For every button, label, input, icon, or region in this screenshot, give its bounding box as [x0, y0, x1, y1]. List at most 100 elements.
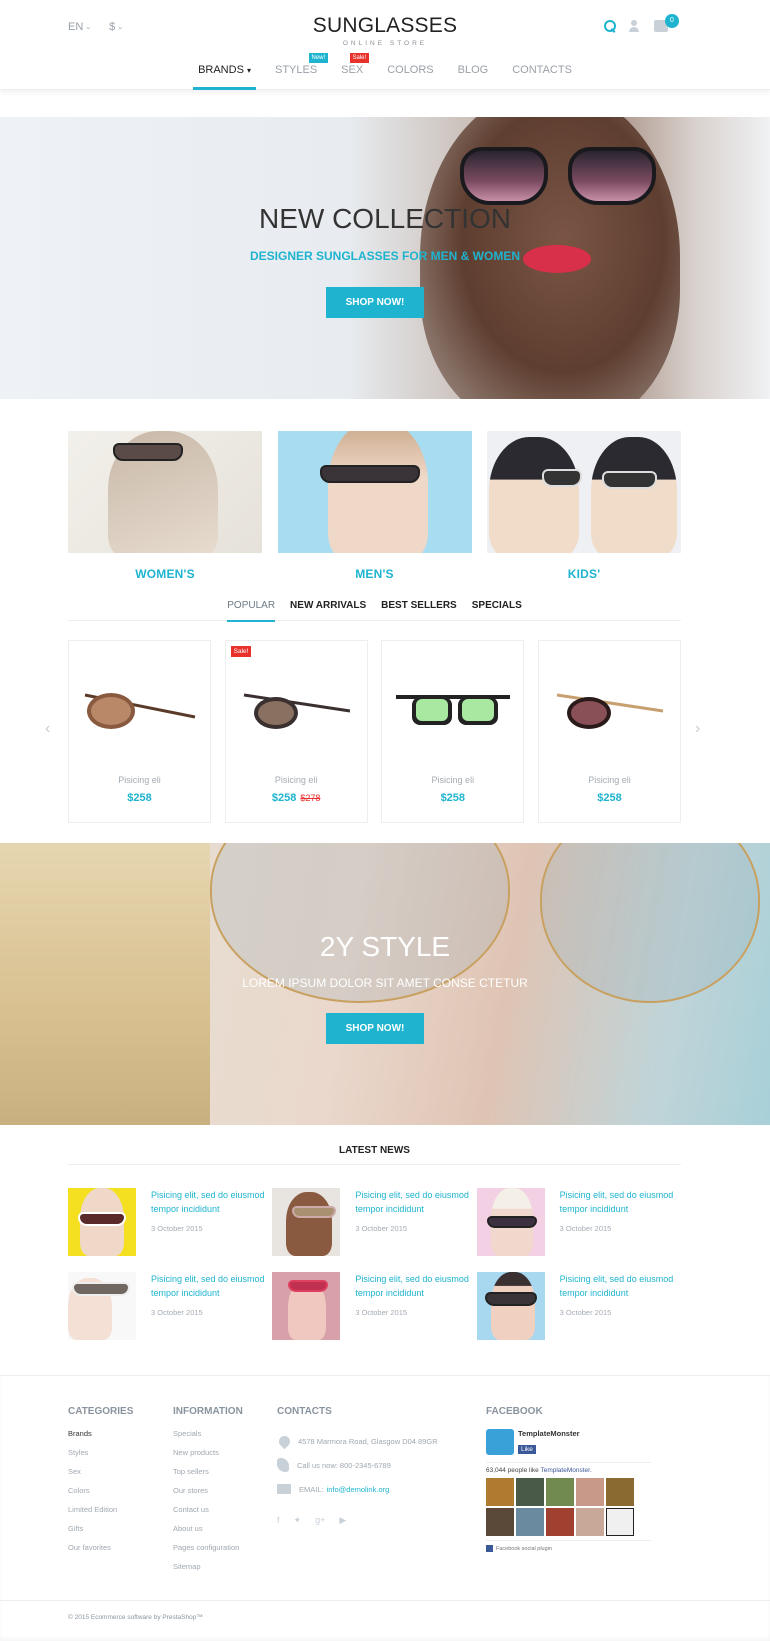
nav-item-sex[interactable]: Sale! SEX [329, 53, 375, 90]
cart-icon[interactable]: 0 [654, 14, 679, 32]
fb-face-avatar[interactable] [546, 1508, 574, 1536]
product-card[interactable]: Pisicing eli $258 [537, 640, 681, 823]
product-price: $258 [127, 792, 152, 804]
footer-information: INFORMATION Specials New products Top se… [173, 1406, 243, 1581]
nav-item-brands[interactable]: BRANDS ▾ [186, 54, 263, 90]
tab-best-sellers[interactable]: BEST SELLERS [381, 600, 457, 621]
fb-face-avatar[interactable] [516, 1508, 544, 1536]
tab-new-arrivals[interactable]: NEW ARRIVALS [290, 600, 366, 621]
news-item[interactable]: Pisicing elit, sed do eiusmod tempor inc… [272, 1188, 476, 1256]
news-title[interactable]: Pisicing elit, sed do eiusmod tempor inc… [355, 1188, 475, 1216]
news-title[interactable]: Pisicing elit, sed do eiusmod tempor inc… [151, 1272, 271, 1300]
contact-phone: Call us now: 800-2345-6789 [297, 1460, 391, 1470]
footer-link[interactable]: Sitemap [173, 1562, 243, 1581]
product-card[interactable]: Sale! Pisicing eli $258 $278 [224, 640, 368, 823]
facebook-widget: TemplateMonster Like 63,044 people like … [486, 1429, 651, 1552]
footer-link[interactable]: New products [173, 1448, 243, 1467]
social-links: f ✦ g+ ▶ [277, 1515, 438, 1526]
tab-specials[interactable]: SPECIALS [472, 600, 522, 621]
google-plus-icon[interactable]: g+ [315, 1515, 325, 1526]
latest-news-heading: LATEST NEWS [68, 1145, 681, 1165]
product-image [243, 693, 350, 729]
footer-contacts: CONTACTS 4578 Marmora Road, Glasgow D04 … [276, 1406, 438, 1526]
nav-item-blog[interactable]: BLOG [446, 54, 501, 90]
category-mens[interactable]: MEN'S [277, 431, 472, 581]
category-womens[interactable]: WOMEN'S [68, 431, 262, 581]
news-item[interactable]: Pisicing elit, sed do eiusmod tempor inc… [476, 1188, 681, 1256]
hero-subtitle: DESIGNER SUNGLASSES FOR MEN & WOMEN [249, 249, 521, 263]
footer-link[interactable]: Brands [68, 1429, 133, 1448]
footer-link[interactable]: Pages configuration [173, 1543, 243, 1562]
logo-subtitle: ONLINE STORE [342, 40, 428, 47]
banner-title: 2Y STYLE [319, 931, 451, 962]
fb-face-avatar[interactable] [486, 1508, 514, 1536]
product-card[interactable]: Pisicing eli $258 [68, 640, 211, 823]
news-image [272, 1188, 341, 1256]
news-image [476, 1272, 545, 1340]
footer-link[interactable]: Colors [68, 1486, 133, 1505]
nav-item-styles[interactable]: New! STYLES [263, 53, 329, 90]
footer-link[interactable]: Limited Edition [68, 1505, 133, 1524]
news-item[interactable]: Pisicing elit, sed do eiusmod tempor inc… [68, 1272, 272, 1340]
product-old-price: $278 [300, 793, 321, 803]
news-item[interactable]: Pisicing elit, sed do eiusmod tempor inc… [476, 1272, 681, 1340]
news-date: 3 October 2015 [355, 1308, 408, 1317]
tab-popular[interactable]: POPULAR [227, 600, 275, 622]
footer-heading: CONTACTS [277, 1406, 332, 1417]
news-title[interactable]: Pisicing elit, sed do eiusmod tempor inc… [151, 1188, 271, 1216]
product-name: Pisicing eli [118, 775, 161, 785]
news-title[interactable]: Pisicing elit, sed do eiusmod tempor inc… [560, 1272, 680, 1300]
new-tag: New! [308, 53, 329, 63]
news-title[interactable]: Pisicing elit, sed do eiusmod tempor inc… [355, 1272, 475, 1300]
news-item[interactable]: Pisicing elit, sed do eiusmod tempor inc… [68, 1188, 272, 1256]
facebook-icon [486, 1545, 493, 1552]
product-card[interactable]: Pisicing eli $258 [381, 640, 525, 823]
product-image [84, 693, 196, 729]
footer-link[interactable]: Gifts [68, 1524, 133, 1543]
footer-link[interactable]: Our stores [173, 1486, 243, 1505]
hero-shop-now-button[interactable]: SHOP NOW! [326, 287, 424, 318]
fb-face-avatar[interactable] [486, 1478, 514, 1506]
footer-link[interactable]: Our favorites [68, 1543, 133, 1562]
footer-link[interactable]: Contact us [173, 1505, 243, 1524]
fb-face-avatar[interactable] [516, 1478, 544, 1506]
fb-face-avatar[interactable] [576, 1478, 604, 1506]
category-kids[interactable]: KIDS' [487, 431, 681, 581]
fb-page-name[interactable]: TemplateMonster [518, 1429, 580, 1438]
hero-sunglasses-image [460, 147, 660, 207]
youtube-icon[interactable]: ▶ [339, 1515, 346, 1526]
footer-link[interactable]: Specials [173, 1429, 243, 1448]
carousel-next-icon[interactable]: › [695, 720, 700, 738]
style-banner: 2Y STYLE LOREM IPSUM DOLOR SIT AMET CONS… [0, 843, 770, 1125]
news-date: 3 October 2015 [559, 1224, 612, 1233]
footer-heading: FACEBOOK [486, 1406, 543, 1417]
facebook-icon[interactable]: f [277, 1515, 280, 1526]
nav-item-colors[interactable]: COLORS [375, 54, 445, 90]
banner-shop-now-button[interactable]: SHOP NOW! [326, 1013, 424, 1044]
fb-face-avatar[interactable] [576, 1508, 604, 1536]
fb-like-button[interactable]: Like [518, 1445, 536, 1454]
contact-email-link[interactable]: info@demolink.org [327, 1485, 390, 1494]
product-name: Pisicing eli [588, 775, 631, 785]
fb-face-avatar[interactable] [546, 1478, 574, 1506]
templatemonster-logo-icon [486, 1429, 514, 1455]
fb-face-avatar[interactable] [606, 1508, 634, 1536]
twitter-icon[interactable]: ✦ [294, 1515, 302, 1526]
footer-link[interactable]: Top sellers [173, 1467, 243, 1486]
cart-count-badge: 0 [665, 14, 679, 28]
footer-link[interactable]: Sex [68, 1467, 133, 1486]
news-date: 3 October 2015 [151, 1224, 203, 1233]
banner-subtitle: LOREM IPSUM DOLOR SIT AMET CONSE CTETUR [242, 976, 528, 990]
news-item[interactable]: Pisicing elit, sed do eiusmod tempor inc… [272, 1272, 476, 1340]
search-icon[interactable] [604, 20, 616, 32]
news-date: 3 October 2015 [559, 1308, 612, 1317]
footer-link[interactable]: About us [173, 1524, 243, 1543]
news-title[interactable]: Pisicing elit, sed do eiusmod tempor inc… [560, 1188, 680, 1216]
contact-email-label: EMAIL: [299, 1484, 324, 1494]
fb-faces-grid [486, 1478, 651, 1536]
nav-item-contacts[interactable]: CONTACTS [500, 54, 584, 90]
user-icon[interactable] [628, 20, 640, 32]
fb-face-avatar[interactable] [606, 1478, 634, 1506]
carousel-prev-icon[interactable]: ‹ [45, 720, 50, 738]
footer-link[interactable]: Styles [68, 1448, 133, 1467]
